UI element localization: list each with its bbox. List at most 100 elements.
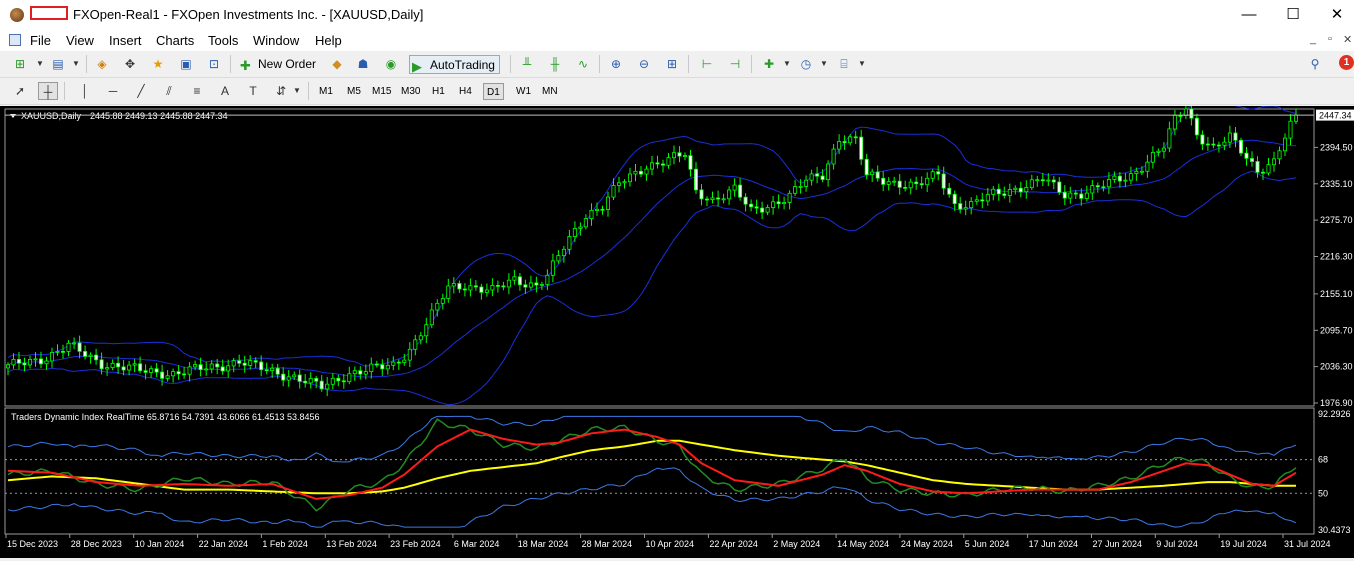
- bearish-candle: [1233, 132, 1238, 141]
- dropdown-arrow-icon[interactable]: ▼: [777, 55, 797, 73]
- bearish-candle: [83, 350, 88, 357]
- bearish-candle: [281, 373, 286, 381]
- price-tick-label: 2335.10: [1320, 179, 1353, 189]
- bearish-candle: [996, 188, 1001, 195]
- bearish-candle: [160, 371, 165, 379]
- autotrading-button[interactable]: ▶ AutoTrading: [409, 55, 500, 74]
- bearish-candle: [462, 288, 467, 291]
- minimize-button[interactable]: —: [1226, 0, 1272, 30]
- bullish-candle: [771, 201, 776, 209]
- dropdown-arrow-icon[interactable]: ▼: [287, 82, 307, 100]
- text-label-icon[interactable]: T: [243, 82, 263, 100]
- bullish-candle: [991, 188, 996, 195]
- child-restore-button[interactable]: ▫: [1328, 33, 1332, 45]
- auto-scroll-icon[interactable]: ⊢: [697, 55, 717, 73]
- bearish-candle: [639, 170, 644, 175]
- search-icon[interactable]: ⚲: [1305, 55, 1325, 73]
- new-chart-icon[interactable]: ⊞: [10, 55, 30, 73]
- bullish-candle: [446, 285, 451, 299]
- period-d1[interactable]: D1: [483, 83, 504, 100]
- dropdown-arrow-icon[interactable]: ▼: [814, 55, 834, 73]
- zoom-in-icon[interactable]: ⊕: [606, 55, 626, 73]
- autotrading-icon: ▶: [412, 59, 422, 74]
- close-button[interactable]: ✕: [1314, 0, 1354, 30]
- period-h4[interactable]: H4: [456, 83, 475, 100]
- menu-help[interactable]: Help: [315, 33, 342, 48]
- price-tick-label: 2036.30: [1320, 362, 1353, 372]
- bullish-candle: [793, 186, 798, 194]
- bullish-candle: [1227, 132, 1232, 143]
- xauusd-daily-chart[interactable]: XAUUSD,Daily 2445.88 2449.13 2445.88 244…: [0, 101, 1354, 558]
- crosshair-icon[interactable]: ┼: [38, 82, 58, 100]
- menu-file[interactable]: File: [30, 33, 51, 48]
- period-m15[interactable]: M15: [369, 83, 394, 100]
- date-tick-label: 17 Jun 2024: [1029, 539, 1079, 549]
- period-m30[interactable]: M30: [398, 83, 423, 100]
- bullish-candle: [468, 285, 473, 291]
- trendline-icon[interactable]: ╱: [131, 82, 151, 100]
- text-tool-icon[interactable]: A: [215, 82, 235, 100]
- market-icon[interactable]: ☗: [353, 55, 373, 73]
- dropdown-arrow-icon[interactable]: ▼: [66, 55, 86, 73]
- bearish-candle: [853, 136, 858, 139]
- period-m1[interactable]: M1: [316, 83, 336, 100]
- bullish-candle: [110, 362, 115, 368]
- vertical-line-icon[interactable]: │: [75, 82, 95, 100]
- bullish-candle: [611, 185, 616, 198]
- period-mn[interactable]: MN: [539, 83, 561, 100]
- bullish-candle: [886, 181, 891, 185]
- fibonacci-icon[interactable]: ≡: [187, 82, 207, 100]
- templates-icon[interactable]: ⌸: [834, 55, 854, 73]
- maximize-button[interactable]: ☐: [1270, 0, 1316, 30]
- data-window-icon[interactable]: ✥: [120, 55, 140, 73]
- metaeditor-icon[interactable]: ◆: [327, 55, 347, 73]
- strategy-tester-icon[interactable]: ⊡: [204, 55, 224, 73]
- bearish-candle: [457, 283, 462, 290]
- period-w1[interactable]: W1: [513, 83, 534, 100]
- price-tick-label: 2155.10: [1320, 289, 1353, 299]
- bearish-candle: [517, 276, 522, 286]
- bullish-candle: [672, 152, 677, 159]
- bearish-candle: [319, 380, 324, 390]
- menu-tools[interactable]: Tools: [208, 33, 238, 48]
- menu-charts[interactable]: Charts: [156, 33, 194, 48]
- new-order-button[interactable]: ✚ New Order: [238, 55, 316, 74]
- bullish-candle: [650, 162, 655, 170]
- bullish-candle: [1266, 164, 1271, 174]
- tile-windows-icon[interactable]: ⊞: [662, 55, 682, 73]
- indicators-icon[interactable]: ✚: [759, 55, 779, 73]
- menu-insert[interactable]: Insert: [109, 33, 142, 48]
- equidistant-channel-icon[interactable]: ⫽: [159, 82, 179, 100]
- profiles-icon[interactable]: ▤: [48, 55, 68, 73]
- signals-icon[interactable]: ◉: [381, 55, 401, 73]
- bearish-candle: [314, 377, 319, 382]
- bearish-candle: [952, 193, 957, 204]
- dropdown-arrow-icon[interactable]: ▼: [852, 55, 872, 73]
- horizontal-line-icon[interactable]: ─: [103, 82, 123, 100]
- periods-clock-icon[interactable]: ◷: [796, 55, 816, 73]
- child-close-button[interactable]: ✕: [1343, 33, 1352, 46]
- bullish-candle: [1106, 179, 1111, 188]
- bullish-candle: [1288, 120, 1293, 139]
- menu-window[interactable]: Window: [253, 33, 299, 48]
- candlestick-icon[interactable]: ╫: [545, 55, 565, 73]
- bullish-candle: [787, 192, 792, 203]
- child-minimize-button[interactable]: _: [1310, 33, 1316, 45]
- navigator-icon[interactable]: ★: [148, 55, 168, 73]
- chart-shift-icon[interactable]: ⊣: [725, 55, 745, 73]
- period-m5[interactable]: M5: [344, 83, 364, 100]
- bar-chart-icon[interactable]: ╨: [517, 55, 537, 73]
- zoom-out-icon[interactable]: ⊖: [634, 55, 654, 73]
- line-chart-icon[interactable]: ∿: [573, 55, 593, 73]
- dropdown-arrow-icon[interactable]: ▼: [30, 55, 50, 73]
- period-h1[interactable]: H1: [429, 83, 448, 100]
- terminal-icon[interactable]: ▣: [176, 55, 196, 73]
- bullish-candle: [974, 199, 979, 202]
- chart-window[interactable]: XAUUSD,Daily 2445.88 2449.13 2445.88 244…: [0, 101, 1354, 558]
- bullish-candle: [490, 284, 495, 291]
- notification-badge[interactable]: 1: [1339, 55, 1354, 70]
- menu-view[interactable]: View: [66, 33, 94, 48]
- cursor-arrow-icon[interactable]: ➚: [10, 82, 30, 100]
- bearish-candle: [121, 366, 126, 371]
- market-watch-icon[interactable]: ◈: [92, 55, 112, 73]
